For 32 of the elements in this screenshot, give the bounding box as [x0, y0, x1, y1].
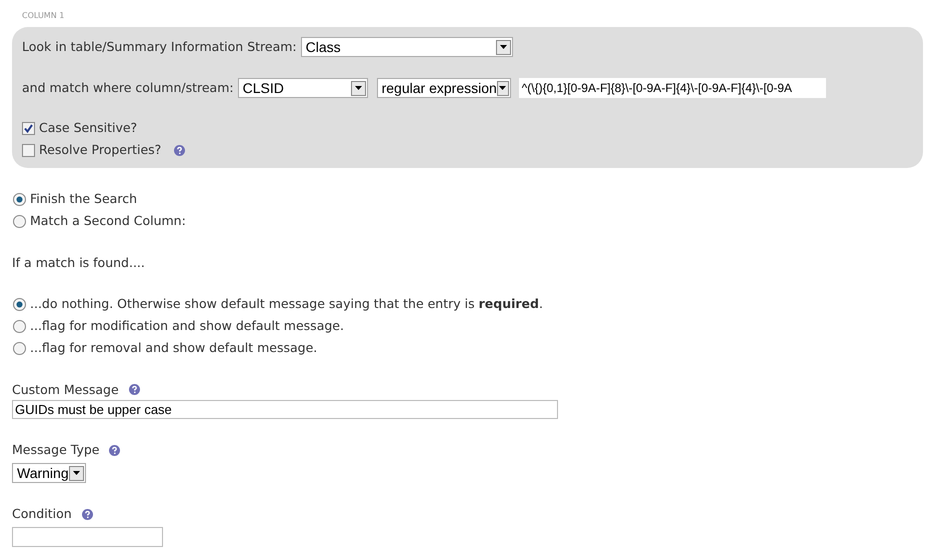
radio-button[interactable] — [13, 342, 26, 355]
radio-button[interactable] — [13, 298, 26, 312]
radio-button[interactable] — [13, 320, 26, 333]
help-icon[interactable] — [109, 445, 120, 456]
dropdown-select[interactable]: Class — [300, 37, 513, 57]
radio-label[interactable]: Match a Second Column: — [30, 212, 186, 230]
table-label: Look in table/Summary Information Stream: — [22, 38, 297, 56]
radio-label[interactable]: ...flag for removal and show default message. — [30, 338, 318, 358]
help-icon[interactable] — [82, 508, 93, 520]
help-icon[interactable] — [128, 384, 140, 396]
help-icon[interactable] — [174, 144, 186, 156]
radio-label[interactable]: ...do nothing. Otherwise show default message saying that the entry is required. — [30, 295, 543, 314]
section-label: COLUMN 1 — [22, 11, 66, 21]
checkbox-label[interactable]: Case Sensitive? — [39, 119, 138, 138]
radio-label[interactable]: ...flag for modification and show default message. — [30, 317, 344, 336]
radio-label[interactable]: Finish the Search — [30, 190, 137, 209]
match-heading: If a match is found.... — [12, 254, 146, 272]
field-label: Condition — [12, 505, 72, 523]
condition-field[interactable] — [12, 526, 163, 547]
dropdown-select[interactable]: CLSID — [238, 78, 368, 98]
field-label: Message Type — [12, 441, 100, 460]
checkbox-label[interactable]: Resolve Properties? — [39, 140, 162, 160]
radio-button[interactable] — [13, 214, 26, 228]
radio-button[interactable] — [13, 192, 26, 206]
pattern-field[interactable]: ^(\{){0,1}[0-9A-F]{8}\-[0-9A-F]{4}\-[0-9A-F]{4}\-[0-9A — [518, 78, 826, 98]
column-label: and match where column/stream: — [22, 78, 234, 97]
field-label: Custom Message — [12, 380, 119, 399]
checkbox[interactable] — [22, 144, 35, 157]
message-field[interactable]: GUIDs must be upper case — [12, 400, 558, 420]
dropdown-select[interactable]: regular expression — [376, 78, 511, 98]
dropdown-select[interactable]: Warning — [12, 463, 86, 483]
checkbox[interactable] — [22, 122, 35, 135]
